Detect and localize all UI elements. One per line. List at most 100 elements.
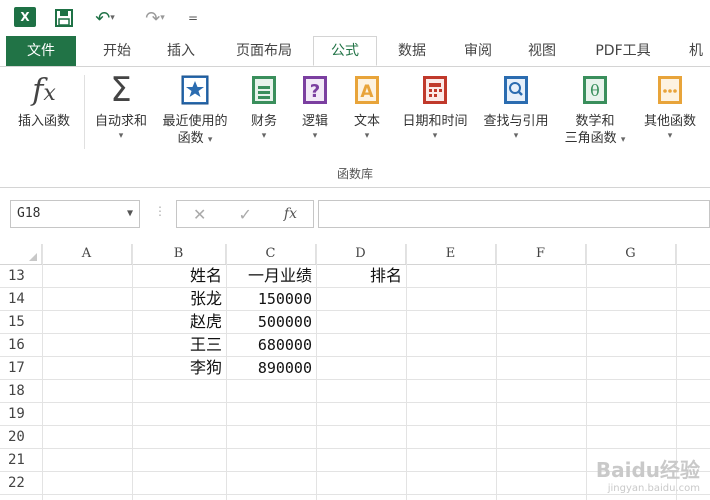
watermark-brand: Baidu经验 xyxy=(595,458,700,482)
tab-view[interactable]: 视图 xyxy=(514,36,570,66)
row-header-18[interactable]: 18 xyxy=(0,380,42,402)
formula-bar: G18 ▼ ⋮ ✕ ✓ fx xyxy=(0,196,710,236)
cell-b17[interactable]: 李狗 xyxy=(132,357,226,379)
lookup-reference-button[interactable]: 查找与引用 ▾ xyxy=(476,73,556,142)
cancel-icon[interactable]: ✕ xyxy=(193,205,206,224)
gridline xyxy=(586,244,587,500)
more-book-icon xyxy=(654,73,686,107)
insert-function-icon[interactable]: fx xyxy=(284,206,297,222)
column-header-g[interactable]: G xyxy=(586,244,676,264)
excel-logo-icon: X xyxy=(14,7,36,27)
tab-pdf-tools[interactable]: PDF工具 xyxy=(580,36,666,66)
gridline xyxy=(0,494,710,495)
date-time-button[interactable]: 日期和时间 ▾ xyxy=(396,73,474,142)
financial-button[interactable]: 财务 ▾ xyxy=(236,73,292,142)
cell-b13[interactable]: 姓名 xyxy=(132,265,226,287)
autosum-button[interactable]: Σ 自动求和 ▾ xyxy=(88,70,154,142)
row-header-21[interactable]: 21 xyxy=(0,449,42,471)
row-header-13[interactable]: 13 xyxy=(0,265,42,287)
svg-text:?: ? xyxy=(310,81,320,102)
column-header-c[interactable]: C xyxy=(226,244,316,264)
baidu-watermark: Baidu经验 jingyan.baidu.com xyxy=(596,454,700,494)
gridline xyxy=(406,244,407,500)
tab-insert[interactable]: 插入 xyxy=(152,36,210,66)
select-all-corner[interactable] xyxy=(0,244,42,264)
tab-formulas[interactable]: 公式 xyxy=(313,36,377,66)
redo-icon[interactable]: ↷ ▾ xyxy=(140,7,170,29)
spreadsheet-grid: A B C D E F G 13 14 15 16 17 18 19 20 21… xyxy=(0,244,710,500)
function-library-group-label: 函数库 xyxy=(336,167,373,181)
chevron-down-icon: ▾ xyxy=(667,131,673,141)
name-box-value: G18 xyxy=(17,206,41,221)
gridline xyxy=(0,425,710,426)
tab-home[interactable]: 开始 xyxy=(88,36,146,66)
undo-icon[interactable]: ↶ ▾ xyxy=(90,7,120,29)
name-box[interactable]: G18 ▼ xyxy=(10,200,140,228)
row-header-16[interactable]: 16 xyxy=(0,334,42,356)
column-header-f[interactable]: F xyxy=(496,244,586,264)
chevron-down-icon: ▾ xyxy=(513,131,519,141)
math-trig-label2: 三角函数 xyxy=(564,131,617,146)
svg-text:A: A xyxy=(360,82,374,102)
insert-function-button[interactable]: fx 插入函数 xyxy=(8,73,80,130)
drag-handle-icon[interactable]: ⋮ xyxy=(154,204,166,218)
lookup-reference-label: 查找与引用 xyxy=(483,114,549,129)
svg-text:θ: θ xyxy=(590,81,600,100)
save-icon[interactable] xyxy=(54,7,74,29)
cell-c16[interactable]: 680000 xyxy=(226,334,316,356)
more-functions-label: 其他函数 xyxy=(643,114,696,129)
cell-b14[interactable]: 张龙 xyxy=(132,288,226,310)
row-header-14[interactable]: 14 xyxy=(0,288,42,310)
gridline xyxy=(0,402,710,403)
confirm-icon[interactable]: ✓ xyxy=(238,205,251,224)
cell-d13[interactable]: 排名 xyxy=(316,265,406,287)
logical-label: 逻辑 xyxy=(301,114,328,129)
gridline xyxy=(0,310,710,311)
theta-book-icon: θ xyxy=(579,73,611,107)
chevron-down-icon[interactable]: ▼ xyxy=(127,201,133,227)
autosum-label: 自动求和 xyxy=(94,114,147,129)
tab-review[interactable]: 审阅 xyxy=(450,36,506,66)
date-time-label: 日期和时间 xyxy=(402,114,468,129)
column-header-b[interactable]: B xyxy=(132,244,226,264)
cell-b16[interactable]: 王三 xyxy=(132,334,226,356)
more-functions-button[interactable]: 其他函数 ▾ xyxy=(632,73,708,142)
financial-label: 财务 xyxy=(250,114,277,129)
fx-icon: fx xyxy=(32,72,56,108)
title-bar: X ↶ ▾ ↷ ▾ = xyxy=(0,0,710,36)
column-header-e[interactable]: E xyxy=(406,244,496,264)
row-header-19[interactable]: 19 xyxy=(0,403,42,425)
row-header-20[interactable]: 20 xyxy=(0,426,42,448)
tab-data[interactable]: 数据 xyxy=(384,36,440,66)
cell-c15[interactable]: 500000 xyxy=(226,311,316,333)
cell-c17[interactable]: 890000 xyxy=(226,357,316,379)
tab-overflow[interactable]: 机 xyxy=(682,36,710,66)
cell-b15[interactable]: 赵虎 xyxy=(132,311,226,333)
row-header-15[interactable]: 15 xyxy=(0,311,42,333)
row-header-17[interactable]: 17 xyxy=(0,357,42,379)
recently-used-button[interactable]: 最近使用的 函数 ▾ xyxy=(156,73,234,149)
customize-quick-access-icon[interactable]: = xyxy=(186,7,200,29)
chevron-down-icon: ▾ xyxy=(364,131,370,141)
column-header-d[interactable]: D xyxy=(316,244,406,264)
row-header-22[interactable]: 22 xyxy=(0,472,42,494)
ribbon-tabs: 文件 开始 插入 页面布局 公式 数据 审阅 视图 PDF工具 机 xyxy=(0,36,710,67)
chevron-down-icon: ▾ xyxy=(207,135,213,145)
text-button[interactable]: A 文本 ▾ xyxy=(342,73,392,142)
insert-function-label: 插入函数 xyxy=(17,114,70,129)
column-header-a[interactable]: A xyxy=(42,244,132,264)
logical-button[interactable]: ? 逻辑 ▾ xyxy=(290,73,340,142)
math-trig-button[interactable]: θ 数学和 三角函数 ▾ xyxy=(558,73,632,149)
gridline xyxy=(0,448,710,449)
gridline xyxy=(0,379,710,380)
tab-file[interactable]: 文件 xyxy=(6,36,76,66)
cell-c14[interactable]: 150000 xyxy=(226,288,316,310)
tab-page-layout[interactable]: 页面布局 xyxy=(222,36,306,66)
gridline xyxy=(42,244,43,500)
ribbon-function-library: fx 插入函数 Σ 自动求和 ▾ 最近使用的 函数 ▾ 财务 ▾ ? 逻辑 ▾ … xyxy=(0,67,710,188)
star-book-icon xyxy=(179,73,211,107)
formula-input[interactable] xyxy=(318,200,710,228)
gridline xyxy=(496,244,497,500)
cell-c13[interactable]: 一月业绩 xyxy=(226,265,316,287)
chevron-down-icon: ▾ xyxy=(312,131,318,141)
